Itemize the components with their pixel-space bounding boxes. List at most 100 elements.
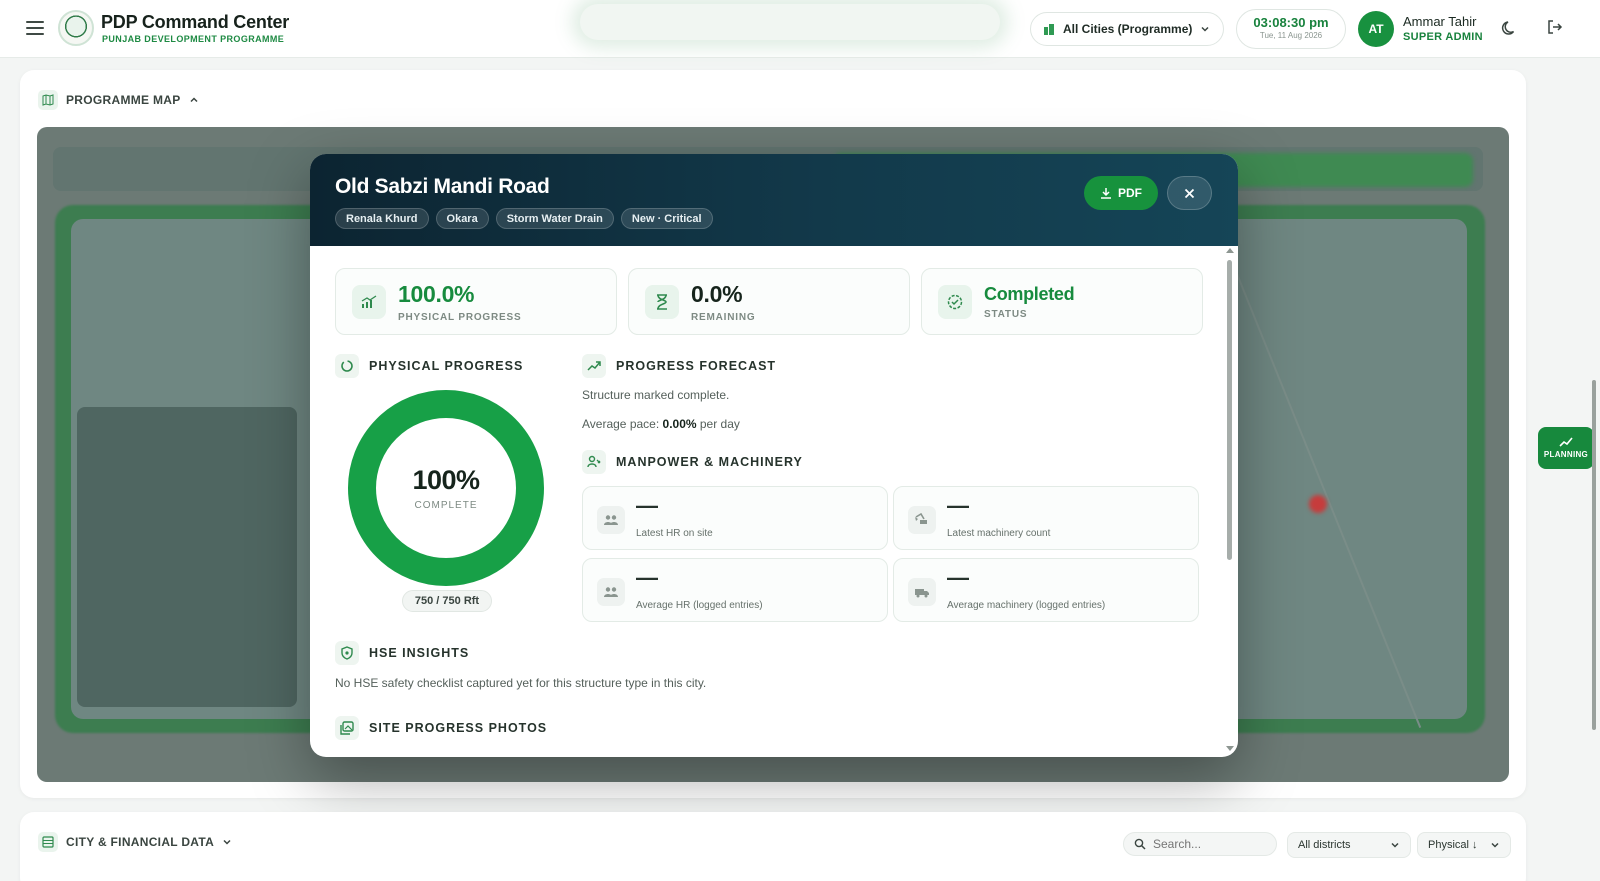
excavator-icon [908, 506, 936, 534]
site-photos-title: SITE PROGRESS PHOTOS [369, 721, 548, 735]
district-select[interactable]: All districts [1287, 832, 1411, 858]
map-icon [38, 90, 58, 110]
chevron-down-icon [1201, 26, 1209, 32]
moon-icon[interactable] [1501, 19, 1519, 37]
trend-up-icon [582, 354, 606, 378]
mp-card-latest-hr: — Latest HR on site [582, 486, 888, 550]
hse-title: HSE INSIGHTS [369, 646, 470, 660]
mp-label: Average HR (logged entries) [636, 600, 763, 611]
mp-card-average-hr: — Average HR (logged entries) [582, 558, 888, 622]
pace-value: 0.00% [662, 417, 697, 431]
badge-check-icon [938, 285, 972, 319]
close-button[interactable] [1167, 176, 1212, 210]
city-selector[interactable]: All Cities (Programme) [1030, 12, 1224, 46]
chevron-down-icon [1491, 842, 1499, 848]
top-header: PDP Command Center PUNJAB DEVELOPMENT PR… [0, 0, 1600, 58]
city-financial-header[interactable]: CITY & FINANCIAL DATA [38, 832, 232, 852]
chevron-down-icon[interactable] [222, 837, 232, 847]
programme-map-title: PROGRAMME MAP [66, 93, 181, 107]
search-icon [1134, 838, 1146, 850]
hse-text: No HSE safety checklist captured yet for… [335, 676, 707, 690]
chip-priority: New · Critical [620, 208, 713, 229]
modal-scrollbar[interactable] [1227, 260, 1232, 560]
mp-label: Average machinery (logged entries) [947, 600, 1106, 611]
stat-value: 100.0% [398, 281, 475, 307]
scroll-down-arrow[interactable] [1226, 746, 1234, 751]
table-icon [38, 832, 58, 852]
people-icon [597, 578, 625, 606]
pdf-download-button[interactable]: PDF [1084, 176, 1158, 210]
logout-icon[interactable] [1546, 18, 1564, 36]
mp-card-average-machinery: — Average machinery (logged entries) [893, 558, 1199, 622]
sort-select[interactable]: Physical ↓ [1417, 832, 1511, 858]
stat-card-physical-progress: 100.0% PHYSICAL PROGRESS [335, 268, 617, 335]
gallery-icon [335, 716, 359, 740]
mp-value: — [947, 493, 969, 518]
pace-suffix: per day [696, 417, 740, 431]
stat-value: Completed [984, 284, 1075, 304]
tag-chips: Renala Khurd Okara Storm Water Drain New… [335, 208, 713, 229]
chip-city: Okara [435, 208, 489, 229]
sort-select-value: Physical ↓ [1428, 839, 1478, 851]
avatar[interactable]: AT [1358, 11, 1394, 47]
map-marker[interactable] [1309, 495, 1327, 513]
mp-label: Latest machinery count [947, 528, 1051, 539]
structure-detail-modal: Old Sabzi Mandi Road Renala Khurd Okara … [310, 154, 1238, 757]
mp-value: — [947, 565, 969, 590]
physical-progress-heading: PHYSICAL PROGRESS [335, 354, 523, 378]
stat-value: 0.0% [691, 281, 743, 307]
global-search-glow [580, 4, 1000, 40]
forecast-pace: Average pace: 0.00% per day [582, 417, 740, 431]
progress-donut: 100% COMPLETE [348, 390, 544, 586]
menu-icon[interactable] [24, 18, 46, 38]
user-name: Ammar Tahir [1403, 14, 1477, 29]
pdp-logo [58, 10, 94, 46]
modal-body[interactable]: 100.0% PHYSICAL PROGRESS 0.0% REMAINING … [310, 246, 1238, 757]
map-legend-panel [77, 407, 297, 707]
forecast-note: Structure marked complete. [582, 388, 730, 402]
hourglass-icon [645, 285, 679, 319]
pdf-label: PDF [1118, 186, 1142, 200]
planning-button[interactable]: PLANNING [1538, 427, 1594, 469]
clock-date: Tue, 11 Aug 2026 [1259, 31, 1323, 40]
stat-label: STATUS [984, 309, 1028, 320]
stat-label: PHYSICAL PROGRESS [398, 312, 522, 323]
user-role: SUPER ADMIN [1403, 31, 1483, 43]
rft-chip: 750 / 750 Rft [402, 590, 492, 612]
manpower-heading: MANPOWER & MACHINERY [582, 450, 803, 474]
page-scrollbar[interactable] [1592, 380, 1596, 730]
progress-ring-icon [335, 354, 359, 378]
stat-label: REMAINING [691, 312, 756, 323]
close-icon [1184, 188, 1195, 198]
stat-card-status: Completed STATUS [921, 268, 1203, 335]
modal-header: Old Sabzi Mandi Road Renala Khurd Okara … [310, 154, 1238, 246]
donut-complete-label: COMPLETE [414, 500, 478, 511]
buildings-icon [1044, 24, 1054, 35]
chart-bars-icon [352, 285, 386, 319]
district-select-value: All districts [1298, 839, 1351, 851]
app-subtitle: PUNJAB DEVELOPMENT PROGRAMME [102, 34, 285, 44]
download-icon [1101, 188, 1111, 199]
mp-value: — [636, 493, 658, 518]
progress-forecast-heading: PROGRESS FORECAST [582, 354, 776, 378]
worker-icon [582, 450, 606, 474]
clock-time: 03:08:30 pm [1253, 15, 1329, 30]
truck-icon [908, 578, 936, 606]
shield-icon [335, 641, 359, 665]
app-title: PDP Command Center [101, 12, 290, 32]
chevron-down-icon [1391, 842, 1399, 848]
city-selector-label: All Cities (Programme) [1063, 22, 1193, 36]
pace-prefix: Average pace: [582, 417, 663, 431]
trend-up-icon [1559, 437, 1573, 447]
programme-map-header[interactable]: PROGRAMME MAP [38, 90, 199, 110]
donut-percent: 100% [412, 465, 480, 495]
physical-progress-title: PHYSICAL PROGRESS [369, 359, 524, 373]
scroll-up-arrow[interactable] [1226, 248, 1234, 253]
financial-search[interactable] [1123, 832, 1277, 856]
search-input[interactable] [1153, 837, 1263, 851]
mp-card-latest-machinery: — Latest machinery count [893, 486, 1199, 550]
city-financial-title: CITY & FINANCIAL DATA [66, 835, 215, 849]
stat-card-remaining: 0.0% REMAINING [628, 268, 910, 335]
chevron-up-icon[interactable] [189, 95, 199, 105]
manpower-title: MANPOWER & MACHINERY [616, 455, 803, 469]
